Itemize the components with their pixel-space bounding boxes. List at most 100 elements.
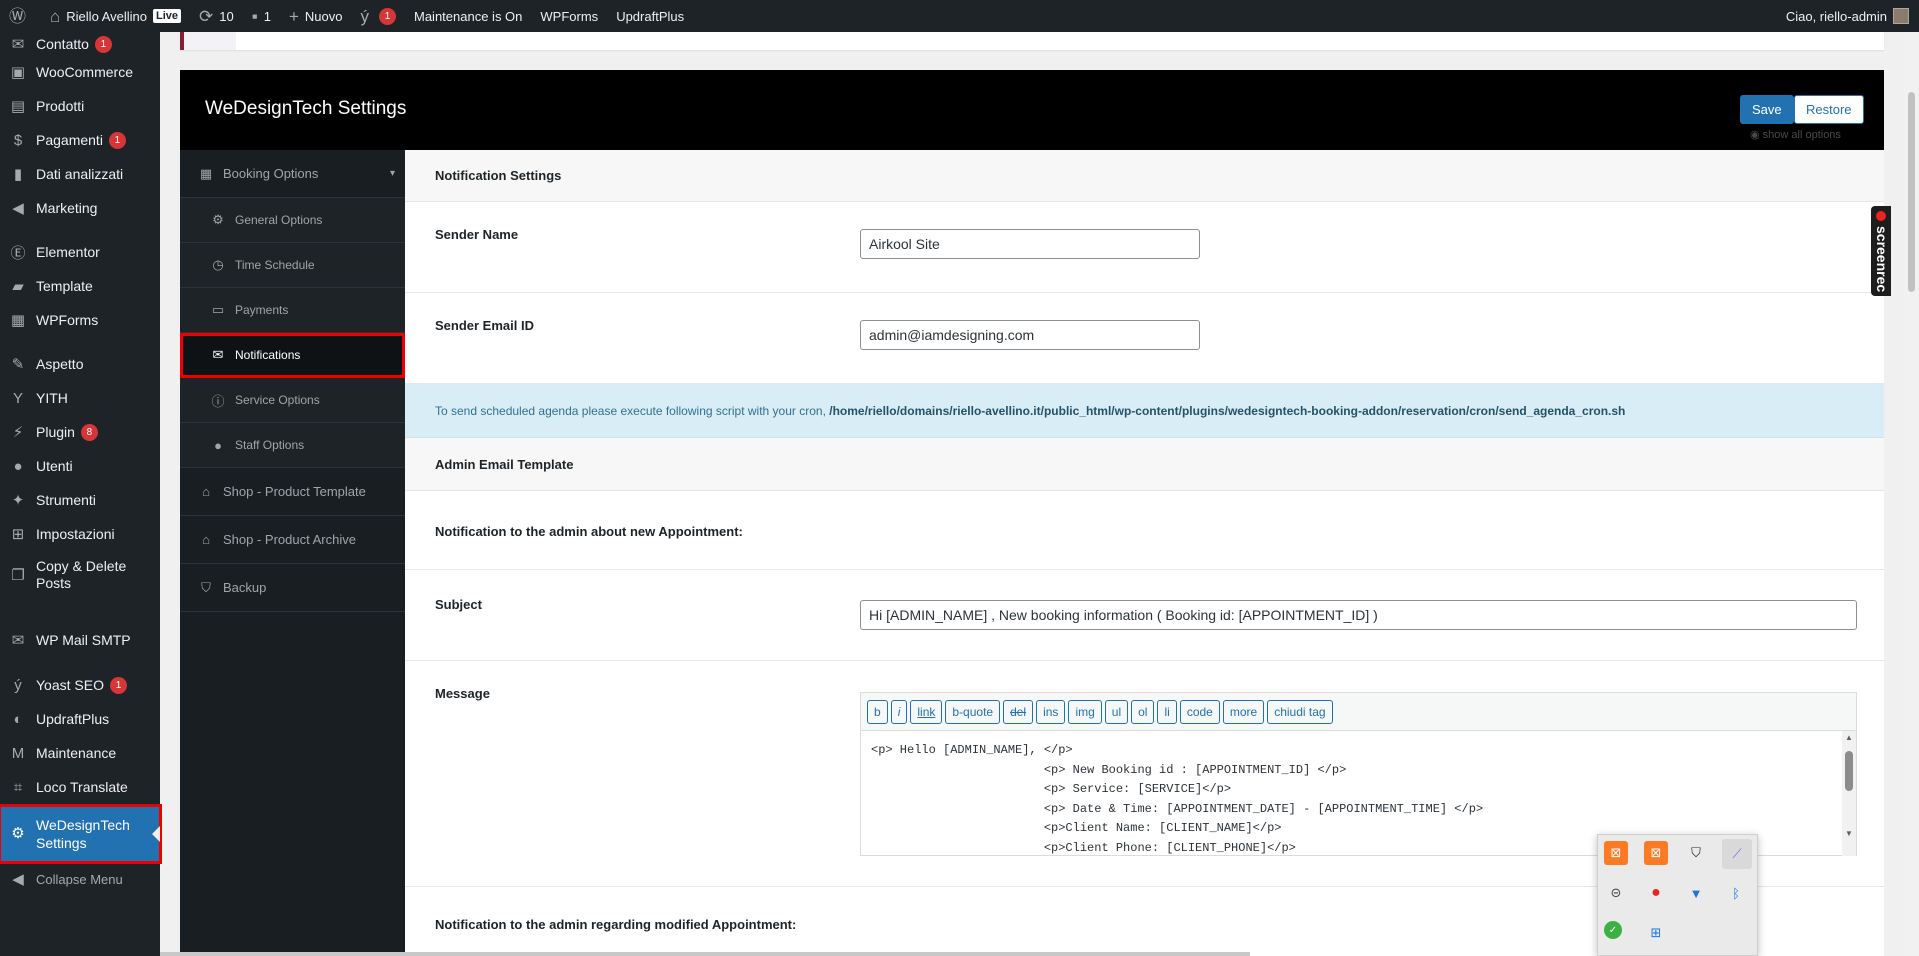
tab-staff-options[interactable]: ● Staff Options: [180, 423, 405, 468]
megaphone-icon: ◀: [12, 200, 24, 217]
menu-item-marketing[interactable]: ◀ Marketing: [0, 191, 160, 225]
xampp-icon[interactable]: ⊠: [1604, 841, 1628, 865]
eye-icon: ◉: [1750, 129, 1763, 141]
menu-item-wpforms[interactable]: ▦ WPForms: [0, 303, 160, 337]
menu-item-aspetto[interactable]: ✎ Aspetto: [0, 347, 160, 381]
menu-item-maintenance[interactable]: M Maintenance: [0, 736, 160, 770]
yoast-link[interactable]: ý 1: [352, 0, 406, 32]
img-button[interactable]: img: [1068, 699, 1102, 724]
menu-item-elementor[interactable]: Ⓔ Elementor: [0, 235, 160, 269]
my-account[interactable]: Ciao, riello-admin: [1786, 8, 1919, 24]
subject-input[interactable]: Hi [ADMIN_NAME] , New booking informatio…: [860, 600, 1857, 630]
more-button[interactable]: more: [1222, 699, 1265, 724]
notif-new-row: Notification to the admin about new Appo…: [405, 491, 1884, 570]
ul-button[interactable]: ul: [1104, 699, 1129, 724]
menu-item-yith[interactable]: Y YITH: [0, 381, 160, 415]
ol-button[interactable]: ol: [1131, 699, 1155, 724]
yoast-icon: ý: [14, 676, 22, 694]
wpforms-link[interactable]: WPForms: [531, 0, 607, 32]
folder-icon: ▰: [12, 278, 24, 295]
menu-item-contatto[interactable]: ✉ Contatto 1: [0, 32, 160, 56]
comments-link[interactable]: ▪ 1: [243, 0, 280, 32]
sender-email-input[interactable]: admin@iamdesigning.com: [860, 320, 1200, 350]
menu-item-template[interactable]: ▰ Template: [0, 269, 160, 303]
updates-link[interactable]: ⟳ 10: [190, 0, 243, 32]
menu-item-yoast-seo[interactable]: ý Yoast SEO 1: [0, 668, 160, 702]
new-content-link[interactable]: + Nuovo: [280, 0, 352, 32]
envelope-icon: ✉: [11, 36, 25, 53]
site-name-link[interactable]: ⌂ Riello Avellino Live: [41, 0, 190, 32]
tab-payments[interactable]: ▭ Payments: [180, 288, 405, 333]
menu-item-impostazioni[interactable]: ⊞ Impostazioni: [0, 517, 160, 551]
show-all-options-link[interactable]: ◉ show all options: [1750, 128, 1841, 141]
tab-time-schedule[interactable]: ◷ Time Schedule: [180, 243, 405, 288]
updraft-icon: ◐: [13, 710, 23, 728]
pen-icon[interactable]: ⟋: [1722, 839, 1752, 869]
link-button[interactable]: link: [910, 699, 943, 724]
refresh-icon: ⟳: [199, 6, 214, 26]
editor-scroll-thumb[interactable]: [1845, 751, 1853, 791]
editor-scrollbar[interactable]: ▲ ▼: [1842, 731, 1856, 856]
copy-icon: ❐: [11, 566, 25, 584]
wp-logo-button[interactable]: Ⓦ: [0, 0, 41, 32]
message-label: Message: [435, 686, 490, 701]
tab-notifications[interactable]: ✉ Notifications: [180, 333, 405, 378]
yith-icon: Y: [12, 389, 23, 407]
screenrec-widget[interactable]: screenrec: [1871, 206, 1891, 296]
italic-button[interactable]: i: [890, 699, 908, 724]
count-badge: 1: [94, 35, 112, 53]
menu-item-prodotti[interactable]: ▤ Prodotti: [0, 89, 160, 123]
menu-item-updraftplus[interactable]: ◐ UpdraftPlus: [0, 702, 160, 736]
tab-general-options[interactable]: ⚙ General Options: [180, 198, 405, 243]
menu-item-dati-analizzati[interactable]: ▮ Dati analizzati: [0, 157, 160, 191]
plugin-icon: ⚡: [12, 424, 24, 441]
link-icon[interactable]: ⊝: [1604, 881, 1628, 905]
woo-icon: ▣: [10, 64, 26, 81]
sender-name-input[interactable]: Airkool Site: [860, 229, 1200, 259]
save-button[interactable]: Save: [1740, 95, 1794, 124]
yoast-count-badge: 1: [379, 7, 396, 25]
settings-header: WeDesignTech Settings Save Restore ◉ sho…: [180, 70, 1884, 150]
shield-icon[interactable]: ⛉: [1684, 841, 1708, 865]
menu-item-wp-mail-smtp[interactable]: ✉ WP Mail SMTP: [0, 623, 160, 657]
blockquote-button[interactable]: b-quote: [945, 699, 1001, 724]
menu-item-woocommerce[interactable]: ▣ WooCommerce: [0, 55, 160, 89]
maintenance-link[interactable]: Maintenance is On: [405, 0, 531, 32]
tab-shop-product-archive[interactable]: ⌂ Shop - Product Archive: [180, 516, 405, 564]
menu-item-wedesigntech-settings[interactable]: ⚙ WeDesignTech Settings: [0, 804, 162, 864]
bold-button[interactable]: b: [867, 699, 888, 724]
menu-item-strumenti[interactable]: ✦ Strumenti: [0, 483, 160, 517]
del-button[interactable]: del: [1003, 699, 1034, 724]
section-header: Notification Settings: [405, 150, 1884, 202]
bluetooth-icon[interactable]: ᛒ: [1724, 881, 1748, 905]
collapse-menu-button[interactable]: ◀ Collapse Menu: [0, 862, 160, 896]
message-editor: b i link b-quote del ins img ul ol li co…: [860, 692, 1857, 856]
code-button[interactable]: code: [1179, 699, 1220, 724]
check-icon[interactable]: ✓: [1604, 921, 1622, 939]
li-button[interactable]: li: [1157, 699, 1177, 724]
cron-info-notice: To send scheduled agenda please execute …: [405, 384, 1884, 438]
ins-button[interactable]: ins: [1036, 699, 1066, 724]
close-tags-button[interactable]: chiudi tag: [1267, 699, 1333, 724]
window-icon[interactable]: ⊞: [1644, 921, 1668, 945]
network-icon[interactable]: ▼: [1684, 881, 1708, 905]
tab-booking-options[interactable]: ▦ Booking Options ▾: [180, 150, 405, 198]
tab-backup[interactable]: ⛉ Backup: [180, 564, 405, 612]
tab-service-options[interactable]: ⓘ Service Options: [180, 378, 405, 423]
restore-button[interactable]: Restore: [1794, 95, 1864, 124]
xampp-icon[interactable]: ⊠: [1644, 841, 1668, 865]
menu-item-utenti[interactable]: ● Utenti: [0, 449, 160, 483]
page-scroll-thumb[interactable]: [1908, 92, 1915, 292]
menu-item-copy-delete-posts[interactable]: ❐ Copy & Delete Posts: [0, 551, 160, 599]
subject-row: Subject Hi [ADMIN_NAME] , New booking in…: [405, 570, 1884, 661]
gear-icon: ⚙: [11, 825, 25, 842]
menu-item-pagamenti[interactable]: $ Pagamenti 1: [0, 123, 160, 157]
subject-label: Subject: [435, 597, 482, 612]
menu-item-loco-translate[interactable]: ⌗ Loco Translate: [0, 770, 160, 804]
page-scrollbar[interactable]: [1904, 32, 1919, 956]
tab-shop-product-template[interactable]: ⌂ Shop - Product Template: [180, 468, 405, 516]
menu-item-plugin[interactable]: ⚡ Plugin 8: [0, 415, 160, 449]
record-icon[interactable]: ●: [1644, 881, 1668, 905]
updraftplus-link[interactable]: UpdraftPlus: [607, 0, 693, 32]
settings-sidebar: ▦ Booking Options ▾ ⚙ General Options ◷ …: [180, 150, 405, 956]
